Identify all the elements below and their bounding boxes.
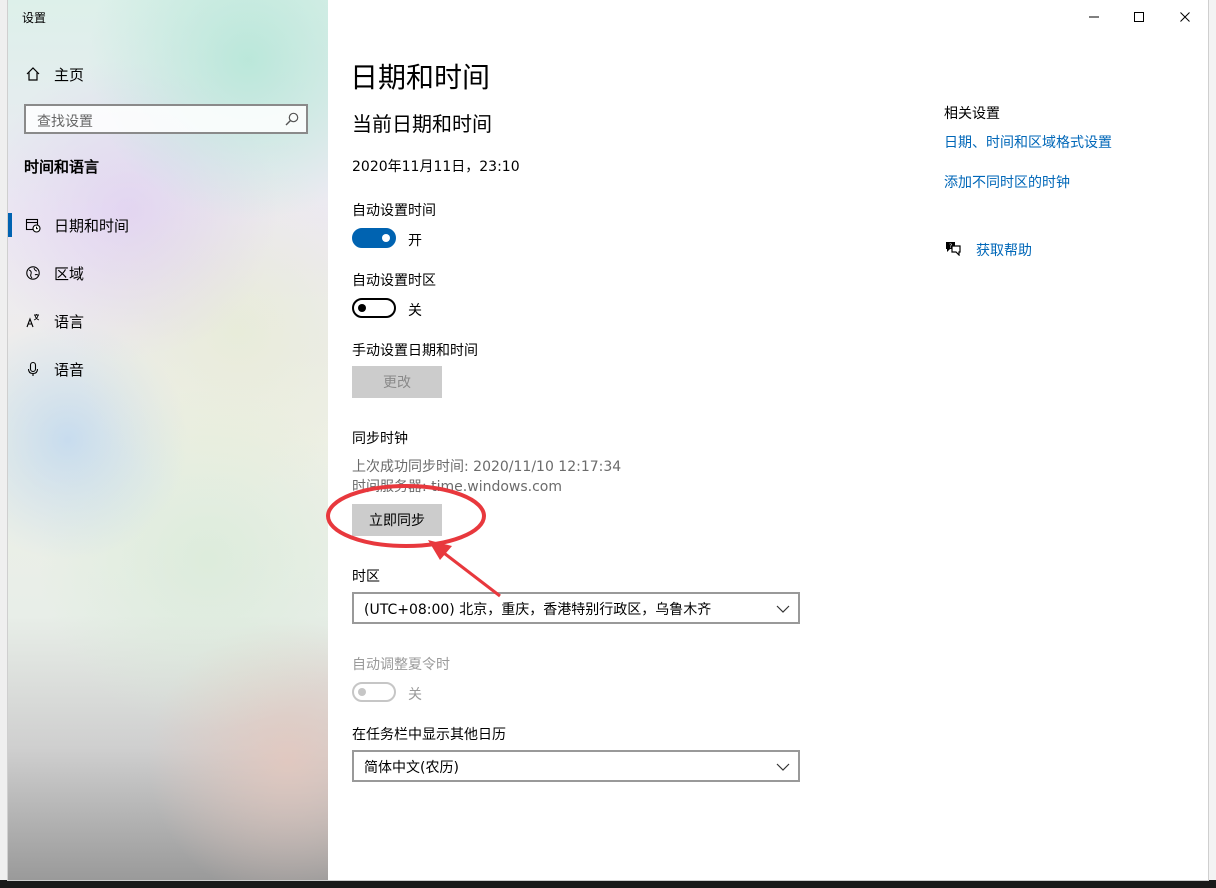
auto-time-toggle[interactable] xyxy=(352,228,396,248)
link-date-region-format[interactable]: 日期、时间和区域格式设置 xyxy=(944,132,1112,152)
sidebar-item-label: 语音 xyxy=(54,360,85,379)
home-icon xyxy=(24,65,42,83)
language-icon xyxy=(24,312,42,330)
sidebar-item-date-time[interactable]: 日期和时间 xyxy=(8,205,328,245)
time-server-text: 时间服务器: time.windows.com xyxy=(352,479,563,495)
dst-label: 自动调整夏令时 xyxy=(352,657,450,673)
last-sync-text: 上次成功同步时间: 2020/11/10 12:17:34 xyxy=(352,459,622,475)
sidebar-item-home[interactable]: 主页 xyxy=(8,54,328,94)
change-button[interactable]: 更改 xyxy=(352,366,442,398)
sidebar-item-label: 区域 xyxy=(54,264,85,283)
background-app-right xyxy=(1208,0,1216,888)
calendar-label: 在任务栏中显示其他日历 xyxy=(352,727,506,743)
current-date-time-value: 2020年11月11日，23:10 xyxy=(352,159,520,175)
sidebar-item-speech[interactable]: 语音 xyxy=(8,349,328,389)
sidebar-item-label: 日期和时间 xyxy=(54,216,130,235)
search-placeholder: 查找设置 xyxy=(37,114,93,130)
search-input[interactable]: 查找设置 xyxy=(24,104,308,134)
sidebar-section-title: 时间和语言 xyxy=(24,158,100,176)
calendar-select[interactable]: 简体中文(农历) xyxy=(352,750,800,782)
search-icon xyxy=(284,111,300,127)
main-content: 日期和时间 当前日期和时间 2020年11月11日，23:10 自动设置时间 开… xyxy=(328,0,1208,880)
background-app-left xyxy=(0,0,8,888)
get-help-link[interactable]: 获取帮助 xyxy=(976,240,1032,260)
sidebar-item-language[interactable]: 语言 xyxy=(8,301,328,341)
sidebar-item-label: 语言 xyxy=(54,312,85,331)
globe-icon xyxy=(24,264,42,282)
dst-toggle[interactable] xyxy=(352,682,396,702)
current-date-time-header: 当前日期和时间 xyxy=(352,112,492,136)
related-settings-header: 相关设置 xyxy=(944,106,1000,122)
calendar-clock-icon xyxy=(24,216,42,234)
sidebar-item-region[interactable]: 区域 xyxy=(8,253,328,293)
window-title: 设置 xyxy=(22,11,47,25)
dst-state: 关 xyxy=(408,687,422,703)
sync-clock-label: 同步时钟 xyxy=(352,431,408,447)
link-add-clocks[interactable]: 添加不同时区的时钟 xyxy=(944,172,1070,192)
auto-time-state: 开 xyxy=(408,233,422,249)
timezone-select[interactable]: (UTC+08:00) 北京，重庆，香港特别行政区，乌鲁木齐 xyxy=(352,592,800,624)
timezone-label: 时区 xyxy=(352,569,380,585)
sidebar: 设置 主页 查找设置 时间和语言 日期和时间 区域 语言 语音 xyxy=(8,0,328,880)
timezone-value: (UTC+08:00) 北京，重庆，香港特别行政区，乌鲁木齐 xyxy=(364,602,712,618)
page-title: 日期和时间 xyxy=(350,61,491,94)
chevron-down-icon xyxy=(776,601,790,615)
manual-set-label: 手动设置日期和时间 xyxy=(352,343,478,359)
sync-now-button[interactable]: 立即同步 xyxy=(352,504,442,536)
settings-window: 设置 主页 查找设置 时间和语言 日期和时间 区域 语言 语音 日期和时间 当前… xyxy=(8,0,1208,880)
auto-time-label: 自动设置时间 xyxy=(352,203,436,219)
taskbar-edge xyxy=(0,880,1216,888)
auto-timezone-label: 自动设置时区 xyxy=(352,273,436,289)
microphone-icon xyxy=(24,360,42,378)
chevron-down-icon xyxy=(776,759,790,773)
svg-text:?: ? xyxy=(949,243,952,250)
calendar-value: 简体中文(农历) xyxy=(364,760,459,776)
sidebar-item-label: 主页 xyxy=(54,65,85,84)
auto-timezone-toggle[interactable] xyxy=(352,298,396,318)
auto-timezone-state: 关 xyxy=(408,303,422,319)
help-chat-icon: ? xyxy=(944,240,962,257)
